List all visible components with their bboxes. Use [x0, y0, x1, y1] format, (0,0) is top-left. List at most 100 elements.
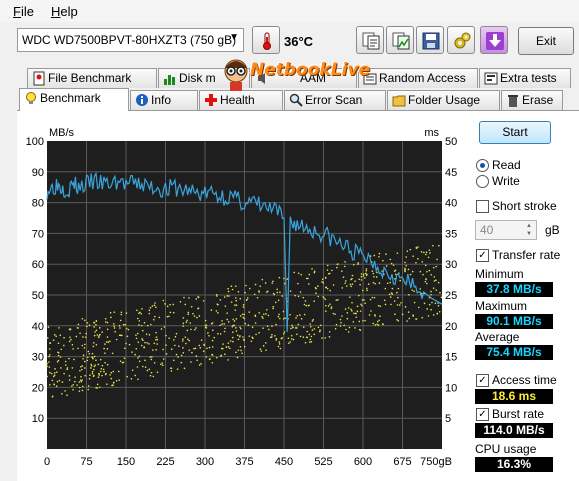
access-time-point: [82, 354, 85, 356]
access-time-point: [340, 321, 342, 324]
access-time-point: [198, 344, 201, 347]
read-radio[interactable]: [476, 159, 489, 172]
access-time-point: [436, 313, 439, 315]
burst-rate-checkbox[interactable]: ✓: [476, 408, 489, 421]
access-time-point: [134, 374, 137, 377]
access-time-point: [289, 341, 291, 343]
access-time-point: [244, 291, 246, 294]
access-time-point: [276, 288, 278, 291]
access-time-point: [221, 320, 223, 322]
access-time-point: [170, 348, 173, 351]
access-time-point: [126, 375, 129, 378]
access-time-point: [430, 274, 433, 276]
access-time-point: [306, 330, 309, 333]
transfer-rate-checkbox[interactable]: ✓: [476, 249, 489, 262]
access-time-point: [77, 347, 79, 350]
access-time-point: [53, 383, 55, 385]
access-time-point: [373, 296, 376, 299]
access-time-point: [79, 379, 82, 382]
access-time-point: [360, 279, 363, 281]
access-time-point: [314, 286, 317, 289]
access-time-point: [84, 367, 86, 369]
access-time-point: [284, 317, 286, 319]
access-time-point: [98, 335, 100, 337]
access-time-point: [166, 315, 169, 318]
access-time-point: [66, 367, 69, 369]
access-time-point: [275, 323, 277, 326]
access-time-point: [267, 314, 270, 317]
access-time-point: [71, 343, 74, 346]
access-time-point: [375, 276, 378, 278]
access-time-point: [381, 270, 383, 272]
access-time-point: [424, 280, 427, 283]
access-time-point: [313, 300, 315, 303]
access-time-point: [131, 369, 134, 372]
y-tick-label: 80: [32, 198, 44, 210]
spin-down-icon[interactable]: ▼: [523, 230, 535, 238]
access-time-point: [228, 295, 230, 297]
access-time-point: [385, 265, 388, 267]
access-time-point: [190, 305, 193, 308]
access-time-point: [112, 382, 115, 384]
spin-up-icon[interactable]: ▲: [523, 222, 535, 230]
access-time-point: [94, 331, 96, 333]
access-time-point: [391, 293, 394, 295]
access-time-point: [378, 255, 380, 258]
write-radio[interactable]: [476, 175, 489, 188]
access-time-point: [84, 374, 86, 377]
access-time-point: [396, 304, 399, 306]
tab-benchmark[interactable]: Benchmark: [19, 88, 129, 111]
access-time-point: [262, 317, 264, 319]
access-time-point: [216, 356, 218, 359]
access-time-point: [405, 256, 407, 258]
access-time-point: [404, 306, 407, 308]
access-time-point: [144, 341, 146, 344]
access-time-point: [432, 266, 435, 269]
access-time-point: [425, 251, 428, 254]
access-time-point: [151, 305, 154, 307]
access-time-point: [106, 321, 109, 324]
access-time-point: [210, 309, 213, 311]
start-button[interactable]: Start: [479, 121, 551, 144]
access-time-point: [143, 321, 146, 324]
access-time-point: [115, 338, 118, 341]
access-time-point: [126, 335, 129, 338]
access-time-point: [165, 353, 168, 355]
access-time-point: [192, 312, 194, 315]
access-time-point: [187, 338, 189, 340]
access-time-point: [73, 358, 75, 361]
access-time-point: [374, 324, 376, 326]
access-time-point: [376, 323, 378, 325]
access-time-point: [150, 371, 153, 374]
access-time-point: [272, 307, 274, 310]
access-time-point: [360, 303, 362, 306]
access-time-point: [265, 313, 267, 315]
access-time-point: [303, 303, 306, 306]
access-time-point: [304, 341, 307, 344]
access-time-point: [328, 331, 331, 333]
access-time-point: [168, 337, 170, 339]
access-time-point: [425, 253, 427, 256]
access-time-point: [354, 280, 356, 283]
access-time-point: [169, 311, 172, 314]
access-time-point: [351, 301, 353, 304]
access-time-point: [197, 307, 199, 310]
access-time-point: [54, 368, 56, 370]
access-time-point: [141, 308, 143, 310]
access-time-point: [95, 320, 98, 323]
access-time-point: [50, 372, 53, 375]
access-time-point: [97, 336, 100, 339]
short-stroke-size-input[interactable]: 40 ▲ ▼: [475, 220, 537, 240]
access-time-point: [205, 356, 208, 358]
access-time-point: [330, 307, 333, 310]
access-time-point: [359, 329, 362, 331]
access-time-checkbox[interactable]: ✓: [476, 374, 489, 387]
access-time-point: [137, 341, 140, 343]
access-time-point: [91, 352, 94, 355]
access-time-point: [160, 328, 163, 330]
short-stroke-checkbox[interactable]: [476, 200, 489, 213]
access-time-point: [296, 327, 298, 329]
access-time-point: [426, 270, 428, 273]
access-time-point: [270, 336, 273, 338]
access-time-point: [349, 283, 352, 286]
